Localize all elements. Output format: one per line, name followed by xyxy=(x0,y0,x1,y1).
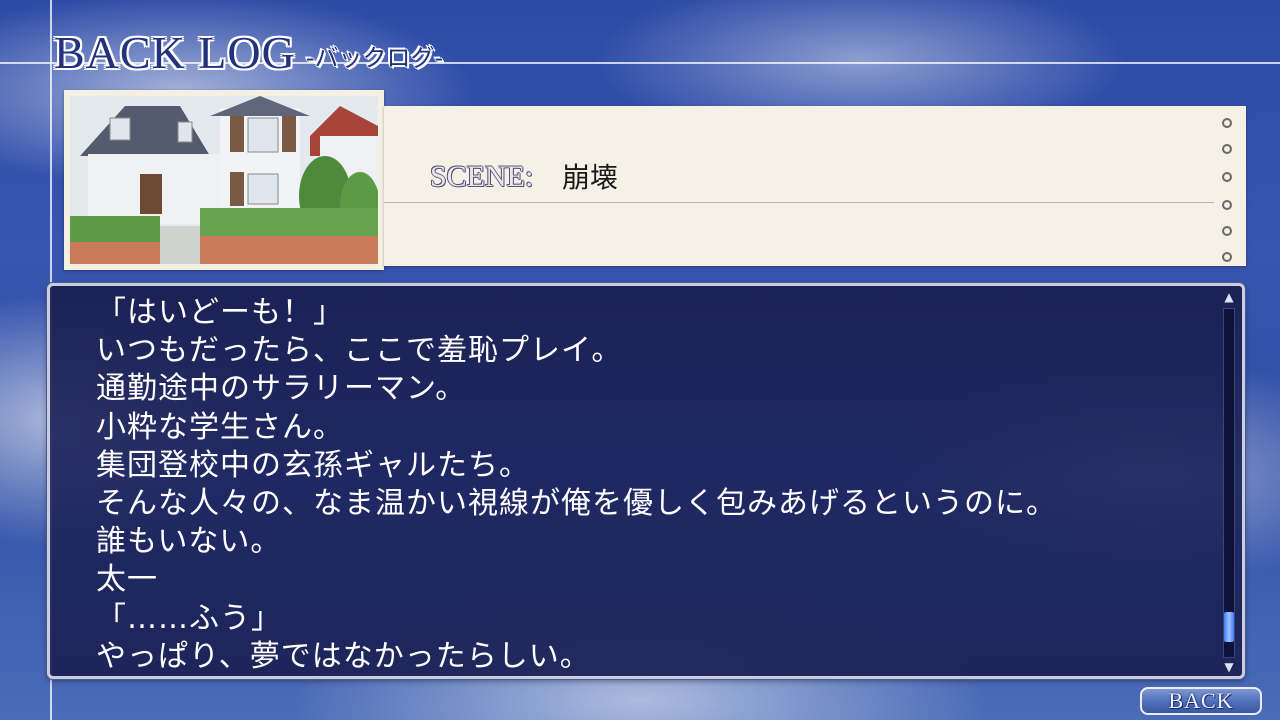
log-line[interactable]: そんな人々の、なま温かい視線が俺を優しく包みあげるというのに。 xyxy=(96,485,1057,523)
scroll-up-arrow-icon[interactable]: ▲ xyxy=(1222,290,1236,304)
scene-divider xyxy=(384,202,1214,203)
page-subtitle: -バックログ- xyxy=(305,44,444,72)
binder-ring-icon xyxy=(1222,144,1232,154)
log-line[interactable]: やっぱり、夢ではなかったらしい。 xyxy=(96,638,1057,676)
binder-ring-icon xyxy=(1222,118,1232,128)
binder-ring-icon xyxy=(1222,200,1232,210)
log-line[interactable]: いつもだったら、ここで羞恥プレイ。 xyxy=(96,332,1057,370)
backlog-panel[interactable]: 「はいどーも！」 いつもだったら、ここで羞恥プレイ。 通勤途中のサラリーマン。 … xyxy=(47,283,1245,679)
backlog-header: BACK LOG -バックログ- xyxy=(54,22,443,76)
log-line[interactable]: 集団登校中の玄孫ギャルたち。 xyxy=(96,447,1057,485)
scene-thumbnail-frame xyxy=(64,90,384,270)
binder-ring-icon xyxy=(1222,252,1232,262)
binder-ring-icon xyxy=(1222,226,1232,236)
scroll-track[interactable] xyxy=(1223,308,1235,658)
log-line[interactable]: 小粋な学生さん。 xyxy=(96,409,1057,447)
log-line[interactable]: 誰もいない。 xyxy=(96,523,1057,561)
scene-card: SCENE: 崩壊 xyxy=(384,106,1246,266)
backlog-scrollbar[interactable]: ▲ ▼ xyxy=(1220,288,1238,676)
scroll-down-arrow-icon[interactable]: ▼ xyxy=(1222,660,1236,674)
log-line[interactable]: 「はいどーも！」 xyxy=(96,294,1057,332)
binder-rings xyxy=(1222,114,1236,264)
backlog-lines: 「はいどーも！」 いつもだったら、ここで羞恥プレイ。 通勤途中のサラリーマン。 … xyxy=(96,294,1057,676)
house-scene-thumbnail-icon xyxy=(70,96,378,264)
back-button[interactable]: BACK xyxy=(1140,687,1262,715)
scene-name: 崩壊 xyxy=(562,161,619,194)
scroll-thumb[interactable] xyxy=(1224,612,1234,642)
binder-ring-icon xyxy=(1222,172,1232,182)
log-line[interactable]: 太一 xyxy=(96,561,1057,599)
scene-label: SCENE: xyxy=(430,160,534,193)
scene-thumbnail xyxy=(70,96,378,264)
log-line[interactable]: 「……ふう」 xyxy=(96,600,1057,638)
page-title: BACK LOG xyxy=(54,27,296,78)
log-line[interactable]: 通勤途中のサラリーマン。 xyxy=(96,370,1057,408)
